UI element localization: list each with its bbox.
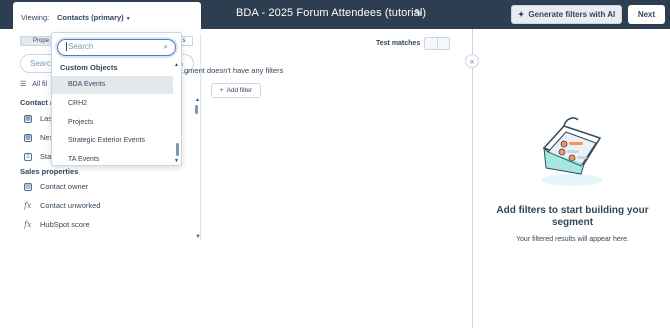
- menu-item-projects[interactable]: Projects: [52, 114, 173, 132]
- menu-search-input[interactable]: Search ⌕: [57, 39, 176, 56]
- segment-illustration: [542, 117, 602, 186]
- test-matches-label: Test matches: [376, 40, 421, 47]
- property-item[interactable]: ▦ Las: [24, 114, 52, 123]
- scroll-up-arrow[interactable]: ▲: [195, 97, 200, 103]
- menu-item-crh2[interactable]: CRH2: [52, 95, 173, 113]
- property-label: Contact unworked: [40, 201, 101, 210]
- property-label: HubSpot score: [40, 220, 90, 229]
- menu-search-placeholder: Search: [68, 42, 94, 51]
- no-filters-message: gment doesn't have any filters: [184, 66, 284, 75]
- property-item[interactable]: ▤ Contact owner: [24, 182, 88, 191]
- owner-icon: ▤: [24, 182, 32, 191]
- add-filter-button[interactable]: + Add filter: [211, 83, 261, 98]
- menu-scroll-down-arrow[interactable]: ▼: [174, 158, 179, 164]
- viewing-label: Viewing:: [21, 13, 50, 22]
- all-filters-label: All fil: [32, 81, 48, 88]
- collapse-button[interactable]: «: [465, 54, 479, 68]
- function-icon: fx: [24, 220, 32, 229]
- scroll-down-arrow[interactable]: ▼: [195, 234, 201, 240]
- test-matches-toggle[interactable]: [424, 37, 450, 50]
- menu-item-ta-events[interactable]: TA Events: [52, 151, 173, 165]
- double-chevron-left-icon: «: [469, 56, 475, 66]
- sparkle-icon: ✦: [517, 10, 525, 19]
- generate-filters-ai-button[interactable]: ✦ Generate filters with AI: [511, 5, 622, 24]
- list-icon: ≡: [24, 152, 32, 161]
- search-placeholder: Searc: [30, 59, 51, 68]
- property-item[interactable]: fx HubSpot score: [24, 220, 90, 229]
- empty-state-title: Add filters to start building your segme…: [496, 205, 649, 228]
- group-sales-properties: Sales properties: [20, 167, 79, 176]
- panel-divider: [472, 29, 473, 328]
- object-type-menu: Search ⌕ Custom Objects BDA Events CRH2 …: [51, 32, 182, 166]
- next-button[interactable]: Next: [628, 5, 665, 24]
- property-item[interactable]: ▦ Nex: [24, 133, 53, 142]
- group-contact-activity: Contact a: [20, 98, 55, 107]
- menu-scrollbar-thumb[interactable]: [176, 143, 179, 156]
- caret-down-icon: ▼: [125, 16, 131, 22]
- all-filters-toggle[interactable]: ☰ All fil: [20, 80, 47, 88]
- segment-title: BDA - 2025 Forum Attendees (tutorial): [236, 7, 427, 19]
- text-caret: [66, 42, 67, 52]
- plus-icon: +: [219, 87, 224, 94]
- function-icon: fx: [24, 201, 32, 210]
- empty-state-subtitle: Your filtered results will appear here.: [516, 236, 629, 243]
- sliders-icon: ☰: [20, 81, 27, 88]
- property-item[interactable]: ≡ Sta: [24, 152, 51, 161]
- menu-item-strategic-exterior-events[interactable]: Strategic Exterior Events: [52, 132, 173, 150]
- add-filter-label: Add filter: [226, 87, 253, 94]
- object-type-dropdown[interactable]: Contacts (primary) ▼: [57, 13, 131, 22]
- calendar-icon: ▦: [24, 114, 32, 123]
- menu-scroll-up-arrow[interactable]: ▲: [174, 62, 179, 68]
- object-type-value: Contacts (primary): [57, 13, 124, 22]
- pencil-icon[interactable]: ✎: [414, 8, 422, 19]
- menu-item-bda-events[interactable]: BDA Events: [52, 76, 173, 94]
- calendar-icon: ▦: [24, 133, 32, 142]
- property-label: Sta: [40, 152, 52, 161]
- property-label: Contact owner: [40, 182, 89, 191]
- scrollbar-thumb[interactable]: [195, 105, 198, 114]
- search-icon: ⌕: [163, 42, 168, 51]
- property-item[interactable]: fx Contact unworked: [24, 201, 100, 210]
- ai-button-label: Generate filters with AI: [528, 10, 616, 19]
- menu-group-custom-objects: Custom Objects: [60, 63, 118, 72]
